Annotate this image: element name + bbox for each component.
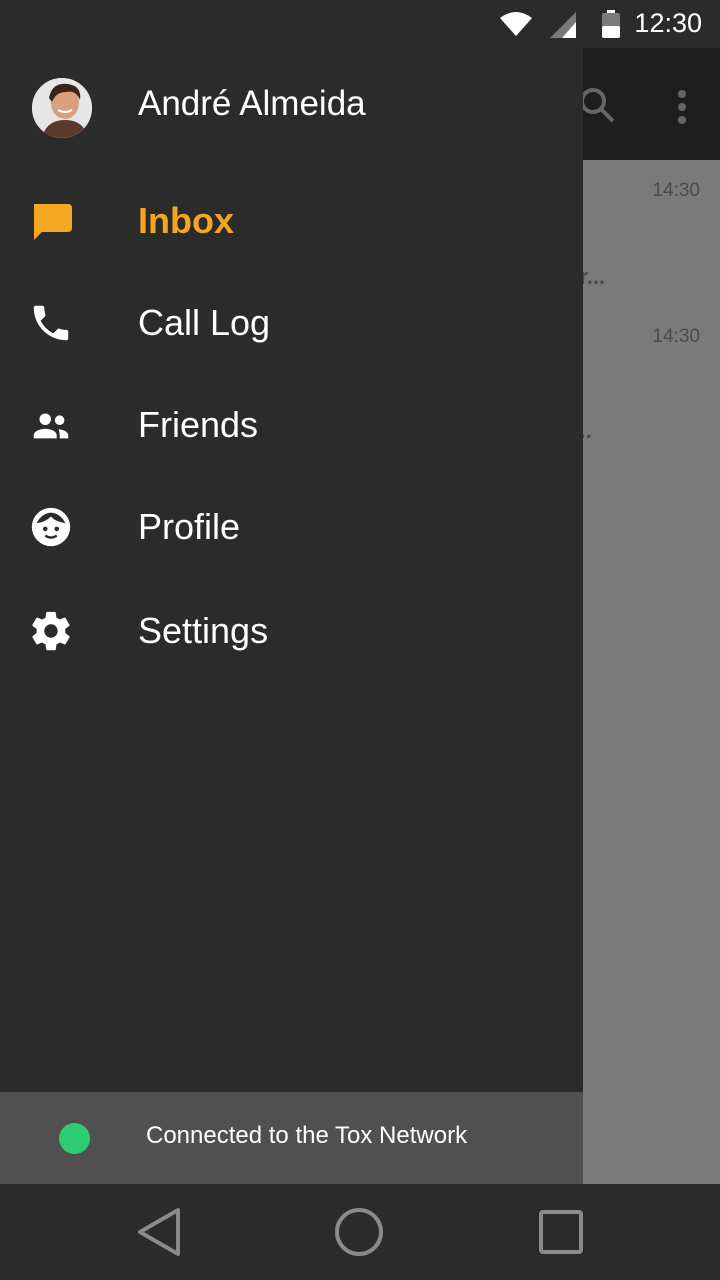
home-icon[interactable] (331, 1204, 387, 1260)
conversation-time: 14:30 (652, 326, 700, 347)
user-avatar[interactable] (32, 78, 92, 138)
phone-icon (28, 300, 74, 346)
drawer-item-label: Profile (138, 506, 241, 547)
drawer-item-profile[interactable]: Profile (0, 480, 583, 576)
people-icon (28, 402, 74, 448)
search-icon[interactable] (578, 86, 616, 129)
connection-status-text: Connected to the Tox Network (146, 1122, 468, 1149)
drawer-item-label: Friends (138, 404, 259, 445)
wifi-icon (500, 12, 532, 41)
drawer-item-label: Inbox (138, 200, 234, 241)
online-status-dot (59, 1123, 90, 1154)
cell-signal-icon (550, 12, 576, 43)
drawer-item-label: Call Log (138, 302, 271, 343)
recents-icon[interactable] (533, 1204, 589, 1260)
user-name: André Almeida (138, 84, 366, 123)
drawer-header[interactable]: André Almeida (0, 48, 583, 164)
drawer-item-inbox[interactable]: Inbox (0, 174, 583, 270)
chat-bubble-icon (28, 198, 74, 244)
status-time: 12:30 (634, 8, 702, 38)
status-bar: 12:30 (0, 0, 720, 48)
face-icon (28, 504, 74, 550)
battery-icon (602, 10, 620, 43)
back-icon[interactable] (132, 1204, 188, 1260)
drawer-item-label: Settings (138, 610, 269, 651)
overflow-menu-icon[interactable] (676, 90, 688, 129)
navigation-drawer: André Almeida Inbox Call Log Friends Pro… (0, 48, 583, 1184)
gear-icon (28, 608, 74, 654)
drawer-item-settings[interactable]: Settings (0, 584, 583, 680)
conversation-time: 14:30 (652, 180, 700, 201)
system-nav-bar (0, 1184, 720, 1280)
connection-status-bar: Connected to the Tox Network (0, 1092, 583, 1184)
drawer-item-friends[interactable]: Friends (0, 378, 583, 474)
drawer-item-call-log[interactable]: Call Log (0, 276, 583, 372)
